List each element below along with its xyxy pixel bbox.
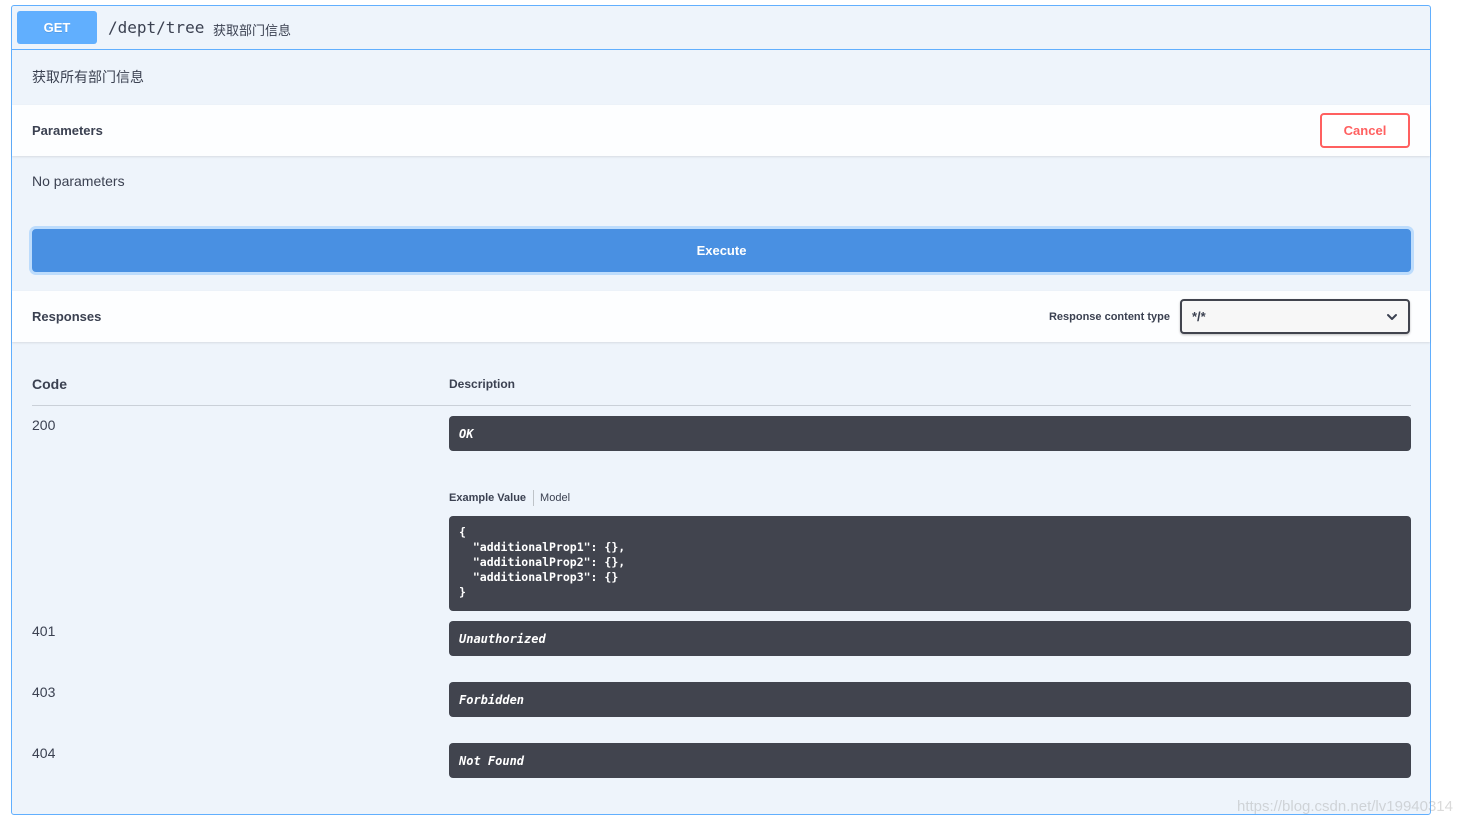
tab-example-value[interactable]: Example Value xyxy=(449,492,533,504)
selected-content-type: */* xyxy=(1192,309,1206,324)
no-parameters-text: No parameters xyxy=(32,173,125,189)
response-description-403: Forbidden xyxy=(449,682,1411,717)
column-description: Description xyxy=(449,377,516,391)
responses-table-header: Code Description xyxy=(32,366,1411,406)
chevron-down-icon xyxy=(1387,313,1397,320)
response-content-type-label: Response content type xyxy=(1048,311,1170,323)
parameters-header: Parameters Cancel xyxy=(12,105,1430,156)
responses-header: Responses Response content type */* xyxy=(12,291,1430,342)
responses-title: Responses xyxy=(32,309,102,324)
response-description-401: Unauthorized xyxy=(449,621,1411,656)
response-code-403: 403 xyxy=(32,684,56,700)
operation-block: GET /dept/tree 获取部门信息 获取所有部门信息 Parameter… xyxy=(11,5,1431,815)
endpoint-path: /dept/tree xyxy=(108,18,205,37)
endpoint-summary: 获取部门信息 xyxy=(213,23,292,38)
operation-summary[interactable]: GET /dept/tree 获取部门信息 xyxy=(12,6,1430,50)
column-code: Code xyxy=(32,376,67,392)
watermark: https://blog.csdn.net/lv19940314 xyxy=(1237,798,1453,815)
response-code-200: 200 xyxy=(32,417,56,433)
response-content-type-select[interactable]: */* xyxy=(1180,299,1410,334)
operation-description: 获取所有部门信息 xyxy=(32,69,144,85)
example-value-code: { "additionalProp1": {}, "additionalProp… xyxy=(449,516,1411,611)
example-tabs: Example Value Model xyxy=(449,490,570,506)
response-code-404: 404 xyxy=(32,745,56,761)
response-code-401: 401 xyxy=(32,623,56,639)
http-method-badge: GET xyxy=(17,11,97,44)
parameters-title: Parameters xyxy=(32,123,103,138)
cancel-button[interactable]: Cancel xyxy=(1320,113,1410,148)
execute-button[interactable]: Execute xyxy=(32,229,1411,272)
response-description-200: OK xyxy=(449,416,1411,451)
response-description-404: Not Found xyxy=(449,743,1411,778)
tab-model[interactable]: Model xyxy=(534,492,570,504)
